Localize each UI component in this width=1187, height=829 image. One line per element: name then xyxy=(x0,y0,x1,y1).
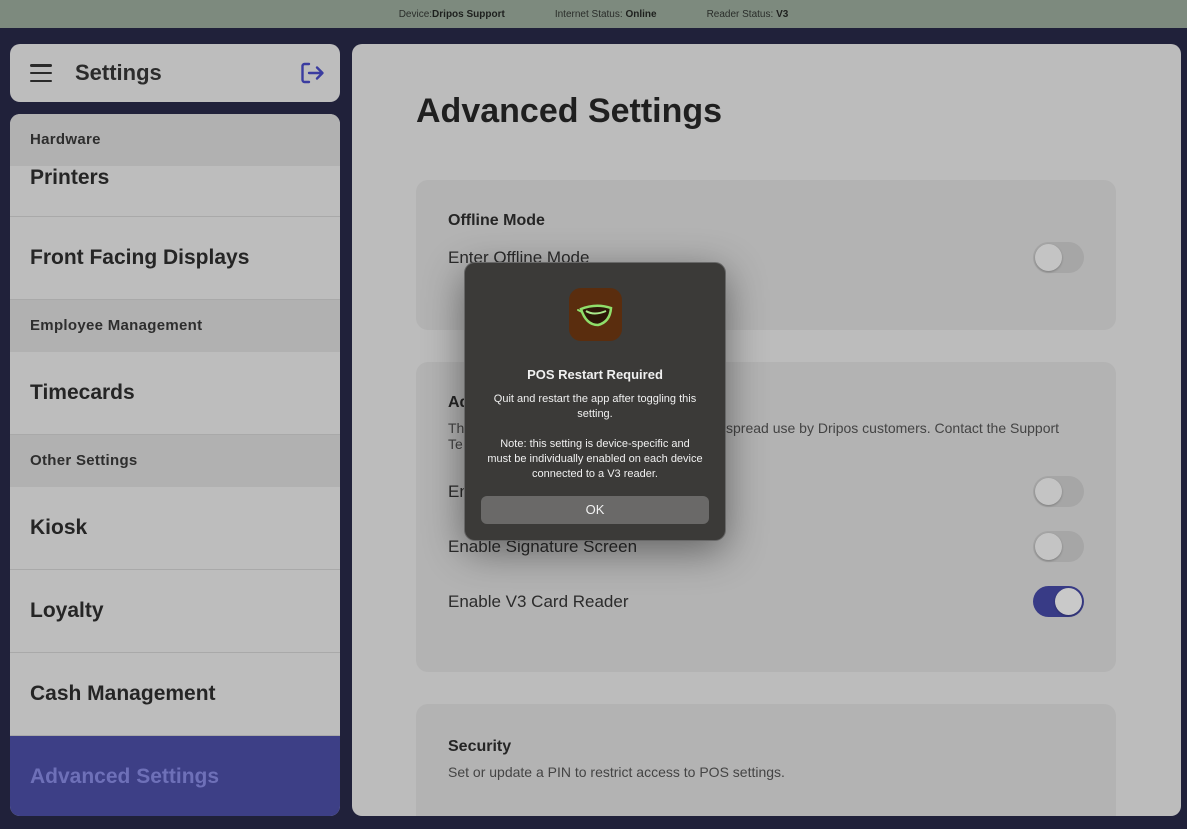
section-hardware: Hardware xyxy=(10,114,340,166)
page-title: Advanced Settings xyxy=(416,92,723,130)
v3-card-reader-toggle[interactable] xyxy=(1033,586,1084,617)
advanced-desc-left: Th xyxy=(448,420,465,436)
sidebar-title: Settings xyxy=(75,60,162,85)
hamburger-menu-icon[interactable] xyxy=(30,64,52,82)
section-other-settings: Other Settings xyxy=(10,435,340,487)
sidebar-item-printers[interactable]: Printers xyxy=(10,166,340,217)
offline-mode-toggle[interactable] xyxy=(1033,242,1084,273)
advanced-desc-left-2: Te xyxy=(448,436,463,452)
sidebar-header: Settings xyxy=(10,44,340,102)
v3-card-reader-label: Enable V3 Card Reader xyxy=(448,592,629,611)
security-desc: Set or update a PIN to restrict access t… xyxy=(448,764,785,780)
security-title: Security xyxy=(448,738,512,755)
sidebar-item-front-facing-displays[interactable]: Front Facing Displays xyxy=(10,217,340,300)
sidebar-nav: Hardware Printers Front Facing Displays … xyxy=(10,114,340,816)
sidebar-item-loyalty[interactable]: Loyalty xyxy=(10,570,340,653)
reader-status: Reader Status: V3 xyxy=(706,8,789,20)
signature-screen-toggle[interactable] xyxy=(1033,531,1084,562)
internet-status: Internet Status: Online xyxy=(554,8,657,20)
dialog-message: Quit and restart the app after toggling … xyxy=(487,393,703,480)
ok-button[interactable]: OK xyxy=(481,496,709,524)
dripos-cup-icon xyxy=(569,288,622,341)
sidebar-item-timecards[interactable]: Timecards xyxy=(10,352,340,435)
sidebar-item-cash-management[interactable]: Cash Management xyxy=(10,653,340,736)
restart-dialog: POS Restart Required Quit and restart th… xyxy=(464,262,726,541)
sidebar-item-advanced-settings[interactable]: Advanced Settings xyxy=(10,736,340,816)
offline-mode-title: Offline Mode xyxy=(448,212,545,229)
advanced-row1-toggle[interactable] xyxy=(1033,476,1084,507)
device-status: Device:Dripos Support xyxy=(398,8,505,20)
sidebar-item-kiosk[interactable]: Kiosk xyxy=(10,487,340,570)
security-card: Security Set or update a PIN to restrict… xyxy=(416,704,1116,816)
logout-icon[interactable] xyxy=(298,59,326,87)
dialog-title: POS Restart Required xyxy=(527,367,663,382)
status-bar: Device:Dripos Support Internet Status: O… xyxy=(0,0,1187,28)
advanced-desc-right: spread use by Dripos customers. Contact … xyxy=(726,420,1060,436)
section-employee-management: Employee Management xyxy=(10,300,340,352)
